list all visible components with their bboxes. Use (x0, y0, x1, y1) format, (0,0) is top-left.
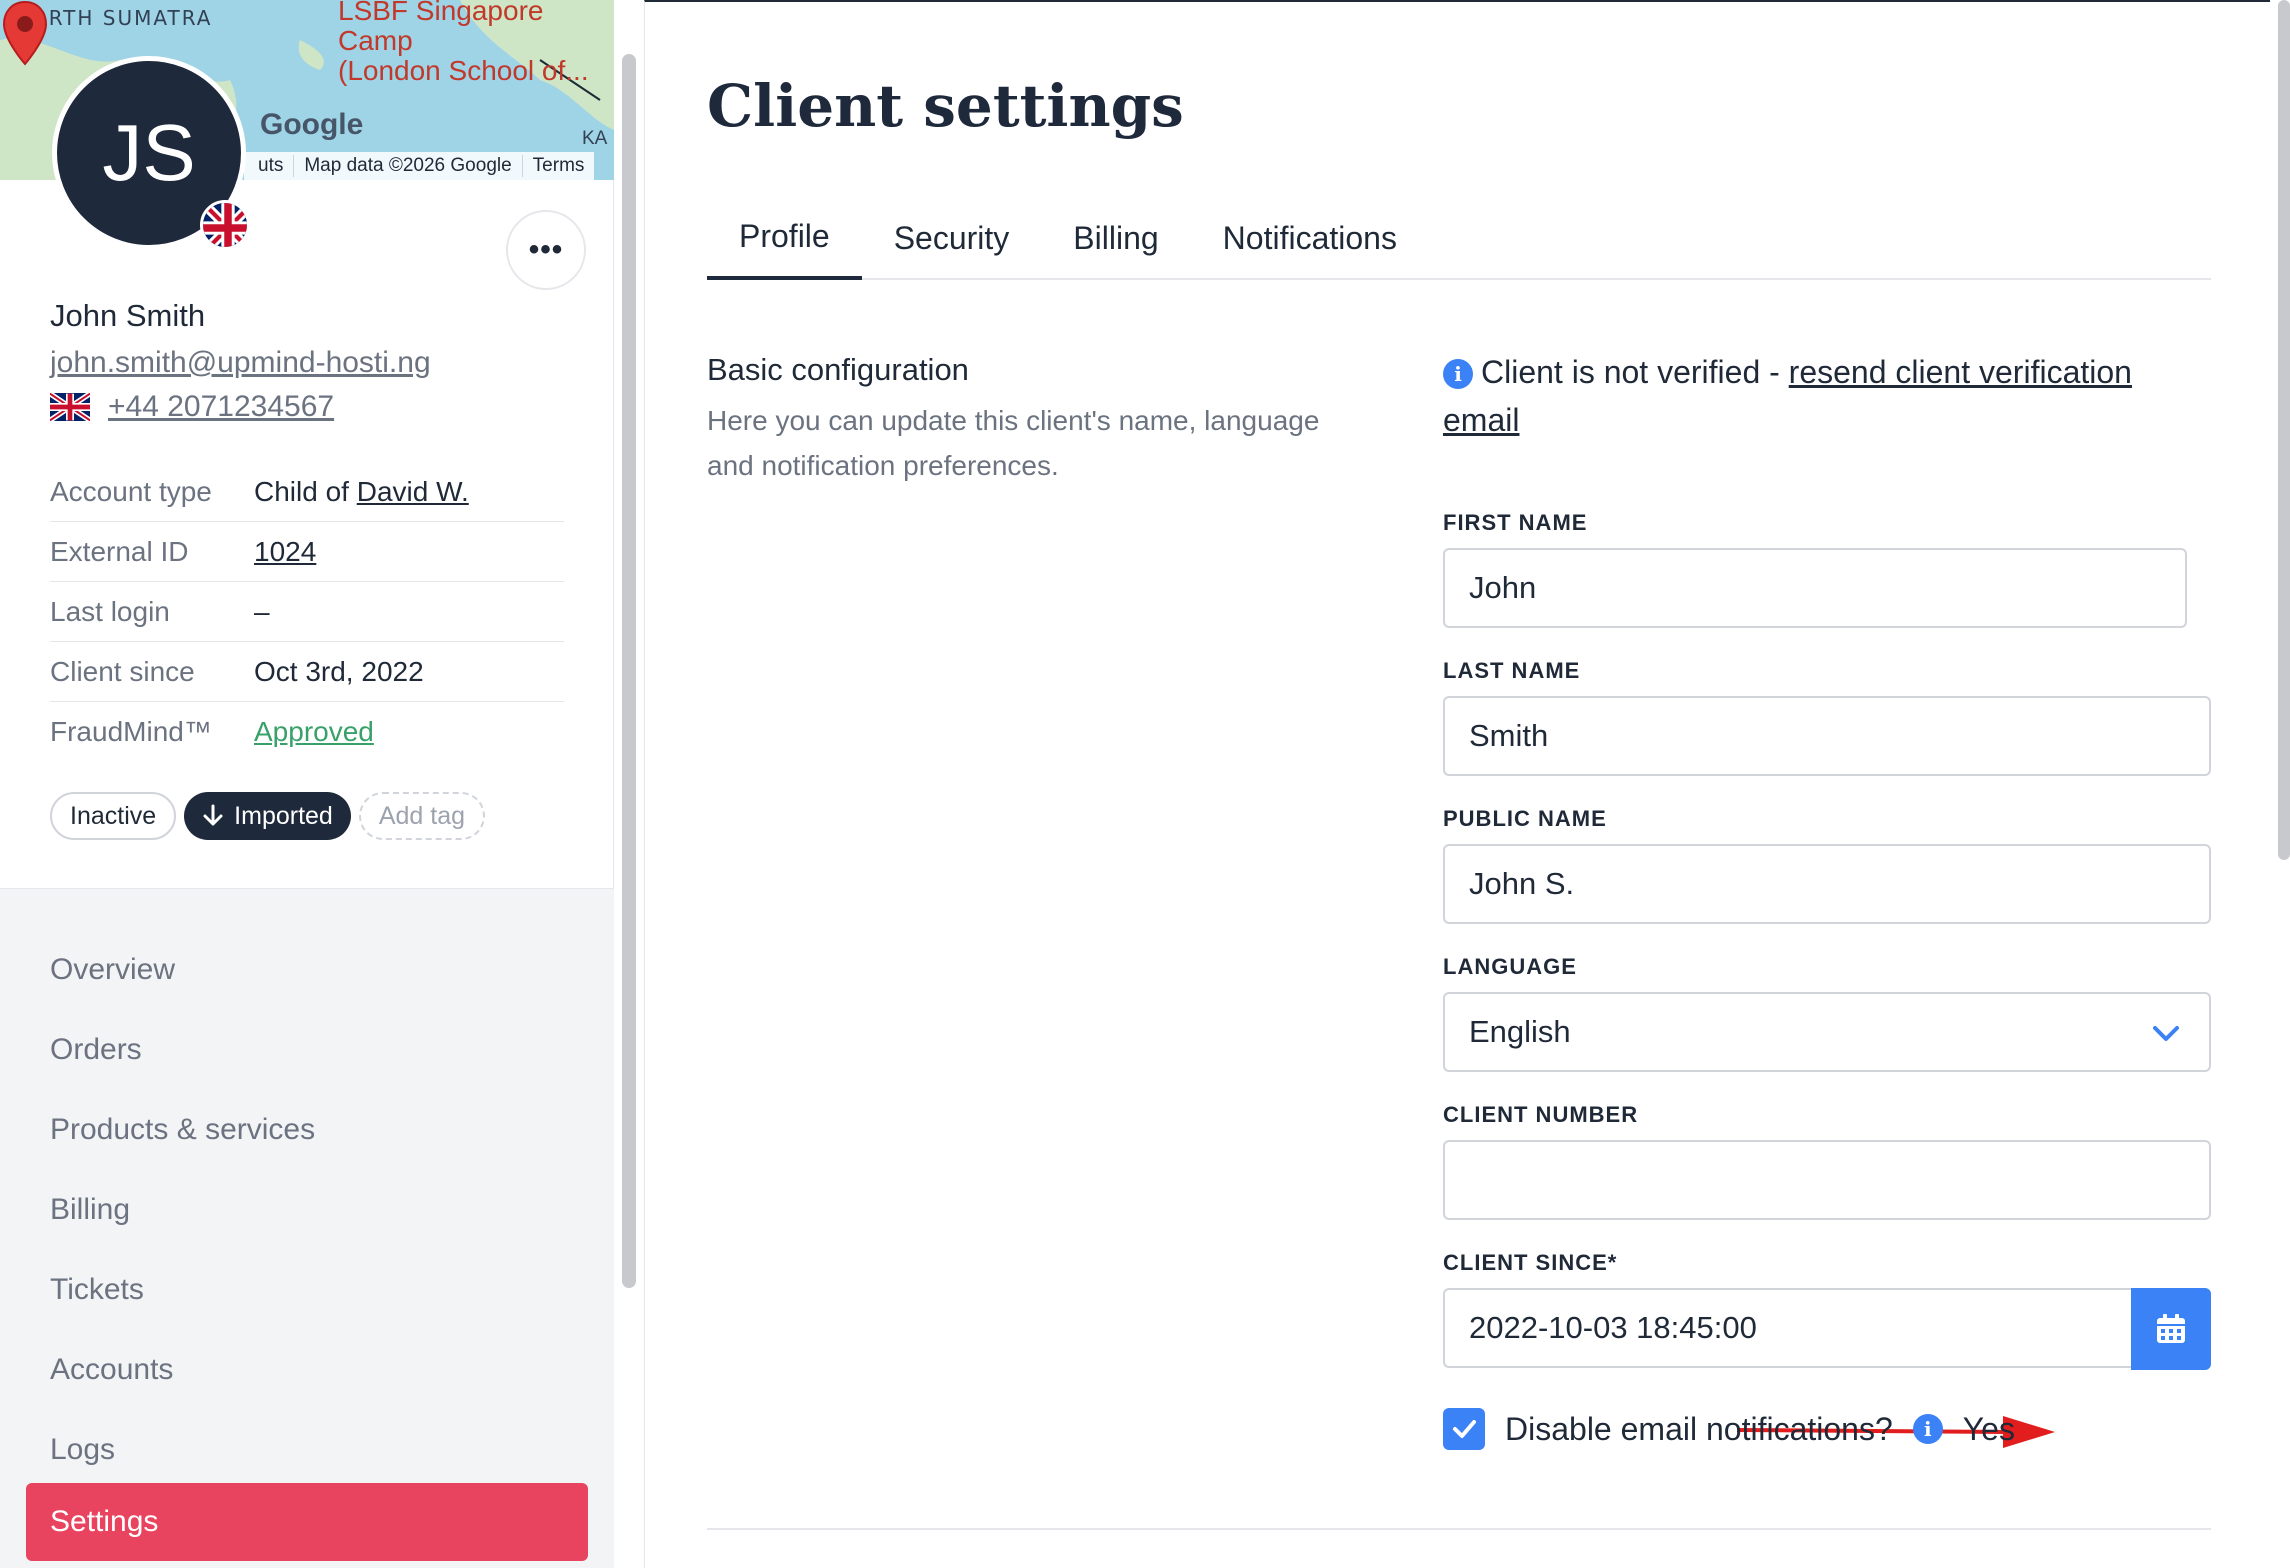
language-selected-value: English (1469, 1014, 1571, 1049)
more-options-button[interactable]: ••• (506, 210, 586, 290)
nav-item-logs[interactable]: Logs (26, 1411, 588, 1489)
client-sidebar: NORTH SUMATRA LSBF Singapore Camp (Londo… (0, 0, 614, 1568)
nav-item-overview[interactable]: Overview (26, 931, 588, 1009)
uk-flag-icon (200, 200, 250, 250)
chevron-down-icon (2153, 1026, 2179, 1041)
map-place-label[interactable]: LSBF Singapore Camp (London School of... (338, 0, 614, 86)
detail-key: Last login (50, 595, 170, 627)
detail-key: External ID (50, 535, 189, 567)
section-title: Basic configuration (707, 352, 969, 387)
tag-imported[interactable]: Imported (184, 792, 351, 840)
page-title: Client settings (707, 72, 1184, 140)
nav-item-settings[interactable]: Settings (26, 1483, 588, 1561)
tab-notifications[interactable]: Notifications (1191, 196, 1429, 280)
client-email-link[interactable]: john.smith@upmind-hosti.ng (50, 346, 431, 380)
detail-external-id: External ID 1024 (50, 522, 564, 582)
map-pin-icon[interactable] (0, 0, 50, 66)
section-description: Here you can update this client's name, … (707, 405, 1320, 481)
detail-fraudmind: FraudMind™ Approved (50, 702, 564, 762)
info-icon[interactable]: i (1912, 1414, 1943, 1444)
detail-value: – (254, 595, 270, 627)
nav-item-accounts[interactable]: Accounts (26, 1331, 588, 1409)
first-name-field[interactable] (1443, 548, 2187, 628)
nav-item-billing[interactable]: Billing (26, 1171, 588, 1249)
uk-flag-icon (50, 393, 90, 421)
main-content: Client settings Profile Security Billing… (644, 0, 2270, 1568)
client-since-field[interactable] (1443, 1288, 2133, 1368)
parent-account-link[interactable]: David W. (357, 476, 469, 507)
client-details: Account type Child of David W. External … (50, 462, 564, 762)
avatar-initials: JS (102, 108, 196, 197)
client-since-label: CLIENT SINCE* (1443, 1250, 1618, 1275)
public-name-field[interactable] (1443, 844, 2211, 924)
map-attribution: uts Map data ©2026 Google Terms (244, 152, 595, 180)
last-name-label: LAST NAME (1443, 658, 1581, 683)
client-number-label: CLIENT NUMBER (1443, 1102, 1639, 1127)
client-number-field[interactable] (1443, 1140, 2211, 1220)
tab-billing[interactable]: Billing (1041, 196, 1190, 280)
sidebar-scrollbar[interactable] (622, 54, 636, 1288)
map-shortcuts-link[interactable]: uts (248, 155, 295, 177)
detail-key: FraudMind™ (50, 716, 212, 747)
client-nav: Overview Orders Products & services Bill… (0, 888, 614, 1568)
detail-key: Client since (50, 655, 195, 687)
disable-email-label: Disable email notifications? (1505, 1410, 1893, 1447)
disable-email-notifications-row: Disable email notifications? i Yes (1443, 1408, 2015, 1450)
last-name-field[interactable] (1443, 696, 2211, 776)
ellipsis-icon: ••• (528, 233, 564, 266)
fraudmind-status-link[interactable]: Approved (254, 716, 374, 748)
google-logo: Google (260, 108, 364, 141)
disable-email-checkbox[interactable] (1443, 1408, 1485, 1450)
settings-tabs: Profile Security Billing Notifications (707, 196, 2211, 280)
client-phone: +44 2071234567 (50, 390, 334, 424)
public-name-label: PUBLIC NAME (1443, 806, 1607, 831)
tab-security[interactable]: Security (862, 196, 1042, 280)
calendar-button[interactable] (2131, 1288, 2211, 1370)
calendar-icon (2157, 1314, 2185, 1343)
detail-key: Account type (50, 475, 212, 507)
checkmark-icon (1453, 1420, 1476, 1438)
nav-item-tickets[interactable]: Tickets (26, 1251, 588, 1329)
nav-item-orders[interactable]: Orders (26, 1011, 588, 1089)
tag-inactive[interactable]: Inactive (50, 792, 177, 840)
info-icon: i (1443, 359, 1473, 389)
detail-last-login: Last login – (50, 582, 564, 642)
arrow-down-icon (203, 804, 223, 826)
map-data-label: Map data ©2026 Google (294, 155, 523, 177)
verify-text: Client is not verified - (1481, 354, 1789, 390)
detail-value: Oct 3rd, 2022 (254, 655, 424, 687)
client-phone-link[interactable]: +44 2071234567 (108, 390, 334, 424)
map-terms-link[interactable]: Terms (523, 155, 595, 177)
section-divider (707, 1528, 2211, 1530)
detail-client-since: Client since Oct 3rd, 2022 (50, 642, 564, 702)
first-name-label: FIRST NAME (1443, 510, 1588, 535)
detail-value: Child of David W. (254, 475, 469, 507)
client-name: John Smith (50, 298, 206, 333)
language-select[interactable]: English (1443, 992, 2211, 1072)
tab-profile[interactable]: Profile (707, 196, 862, 280)
language-label: LANGUAGE (1443, 954, 1577, 979)
external-id-link[interactable]: 1024 (254, 536, 316, 568)
client-tags: Inactive Imported Add tag (50, 792, 486, 840)
main-scrollbar[interactable] (2278, 0, 2290, 860)
map-corner-label: KA (582, 128, 608, 149)
detail-account-type: Account type Child of David W. (50, 462, 564, 522)
verification-notice: i Client is not verified - resend client … (1443, 348, 2203, 444)
nav-item-products-services[interactable]: Products & services (26, 1091, 588, 1169)
disable-email-value: Yes (1962, 1410, 2015, 1447)
tag-label: Imported (234, 801, 333, 830)
add-tag-button[interactable]: Add tag (358, 792, 486, 840)
